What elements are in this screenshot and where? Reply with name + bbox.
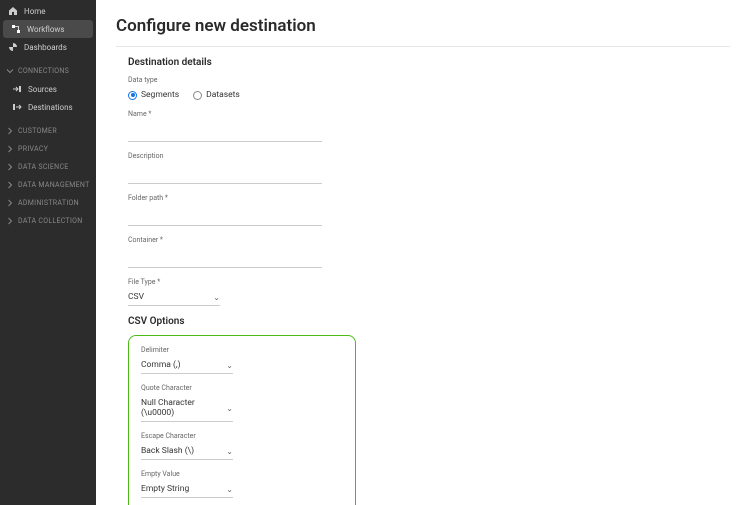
chevron-right-icon <box>6 145 14 153</box>
radio-datasets[interactable]: Datasets <box>193 90 240 100</box>
home-icon <box>8 6 18 16</box>
radio-icon <box>128 91 137 100</box>
section-title-details: Destination details <box>128 57 730 68</box>
folder-label: Folder path * <box>128 194 322 202</box>
nav-label: Sources <box>28 85 57 94</box>
dashboards-icon <box>8 42 18 52</box>
sources-icon <box>12 84 22 94</box>
escape-label: Escape Character <box>141 432 343 440</box>
nav-group-privacy[interactable]: PRIVACY <box>0 140 96 158</box>
nav-group-datacollection[interactable]: DATA COLLECTION <box>0 212 96 230</box>
desc-label: Description <box>128 152 322 160</box>
container-input[interactable] <box>128 250 322 268</box>
group-label: DATA COLLECTION <box>18 217 83 225</box>
nav-label: Home <box>24 7 46 16</box>
escape-select[interactable]: Back Slash (\) ⌄ <box>141 442 233 460</box>
section-title-csv: CSV Options <box>128 316 730 327</box>
select-value: Null Character (\u0000) <box>141 398 226 418</box>
radio-icon <box>193 91 202 100</box>
destinations-icon <box>12 102 22 112</box>
radio-segments[interactable]: Segments <box>128 90 179 100</box>
radio-label: Datasets <box>206 90 240 100</box>
chevron-down-icon: ⌄ <box>213 293 220 302</box>
folder-input[interactable] <box>128 208 322 226</box>
delimiter-label: Delimiter <box>141 346 343 354</box>
delimiter-select[interactable]: Comma (,) ⌄ <box>141 356 233 374</box>
sidebar: Home Workflows Dashboards CONNECTIONS So… <box>0 0 96 505</box>
chevron-down-icon: ⌄ <box>226 447 233 456</box>
select-value: Empty String <box>141 484 189 494</box>
nav-label: Destinations <box>28 103 73 112</box>
nav-group-datamanagement[interactable]: DATA MANAGEMENT <box>0 176 96 194</box>
chevron-right-icon <box>6 199 14 207</box>
group-label: CONNECTIONS <box>18 67 69 75</box>
chevron-down-icon: ⌄ <box>226 361 233 370</box>
page-title: Configure new destination <box>116 16 730 36</box>
select-value: Back Slash (\) <box>141 446 194 456</box>
empty-label: Empty Value <box>141 470 343 478</box>
container-label: Container * <box>128 236 322 244</box>
chevron-right-icon <box>6 217 14 225</box>
quote-label: Quote Character <box>141 384 343 392</box>
group-label: CUSTOMER <box>18 127 57 135</box>
nav-label: Workflows <box>27 25 65 34</box>
select-value: CSV <box>128 292 144 302</box>
csv-options-box: Delimiter Comma (,) ⌄ Quote Character Nu… <box>128 335 356 505</box>
datatype-radios: Segments Datasets <box>128 90 730 100</box>
nav-dashboards[interactable]: Dashboards <box>0 38 96 56</box>
chevron-right-icon <box>6 181 14 189</box>
workflows-icon <box>11 24 21 34</box>
desc-input[interactable] <box>128 166 322 184</box>
chevron-down-icon: ⌄ <box>226 485 233 494</box>
nav-group-administration[interactable]: ADMINISTRATION <box>0 194 96 212</box>
divider <box>116 46 730 47</box>
datatype-label: Data type <box>128 76 730 84</box>
group-label: ADMINISTRATION <box>18 199 79 207</box>
nav-group-datascience[interactable]: DATA SCIENCE <box>0 158 96 176</box>
quote-select[interactable]: Null Character (\u0000) ⌄ <box>141 394 233 422</box>
group-label: DATA MANAGEMENT <box>18 181 90 189</box>
nav-group-customer[interactable]: CUSTOMER <box>0 122 96 140</box>
nav-label: Dashboards <box>24 43 67 52</box>
group-label: PRIVACY <box>18 145 48 153</box>
filetype-select[interactable]: CSV ⌄ <box>128 288 220 306</box>
nav-sources[interactable]: Sources <box>0 80 96 98</box>
chevron-down-icon <box>6 67 14 75</box>
select-value: Comma (,) <box>141 360 181 370</box>
filetype-label: File Type * <box>128 278 322 286</box>
name-input[interactable] <box>128 124 322 142</box>
group-label: DATA SCIENCE <box>18 163 69 171</box>
name-label: Name * <box>128 110 322 118</box>
nav-home[interactable]: Home <box>0 2 96 20</box>
nav-destinations[interactable]: Destinations <box>0 98 96 116</box>
empty-select[interactable]: Empty String ⌄ <box>141 480 233 498</box>
nav-group-connections[interactable]: CONNECTIONS <box>0 62 96 80</box>
nav-workflows[interactable]: Workflows <box>3 20 93 38</box>
chevron-right-icon <box>6 163 14 171</box>
chevron-down-icon: ⌄ <box>226 404 233 413</box>
chevron-right-icon <box>6 127 14 135</box>
main-content: Configure new destination Destination de… <box>96 0 750 505</box>
radio-label: Segments <box>141 90 179 100</box>
